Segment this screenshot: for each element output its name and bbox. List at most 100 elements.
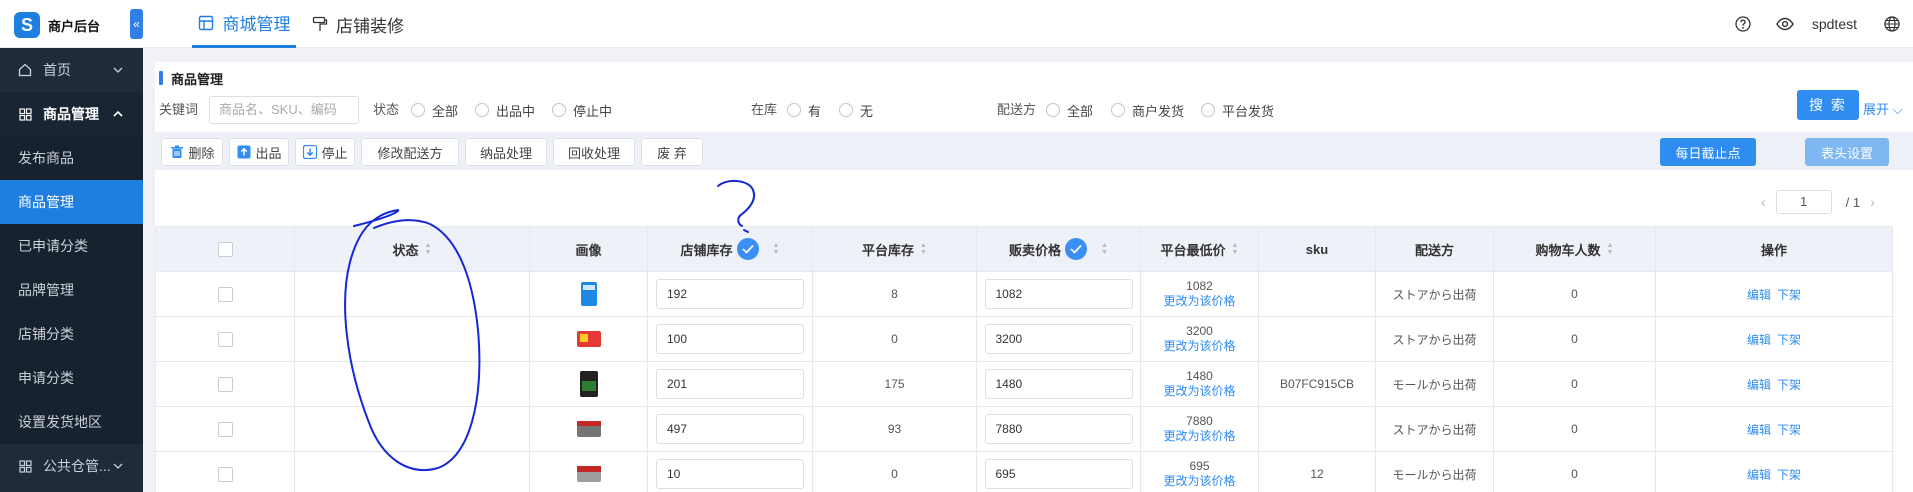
delivery-cell: モールから出荷	[1376, 362, 1494, 406]
price-input[interactable]: 695	[984, 459, 1133, 489]
sort-icon[interactable]: ▲ ▼	[1101, 242, 1108, 256]
sidebar-item-shop-categories[interactable]: 店铺分类	[0, 312, 143, 356]
collapse-sidebar-button[interactable]: «	[130, 9, 143, 39]
sidebar-item-applied-categories[interactable]: 已申请分类	[0, 224, 143, 268]
chevron-down-icon	[111, 459, 125, 473]
stock-radio-no[interactable]: 无	[839, 102, 873, 119]
search-button[interactable]: 搜 索	[1797, 90, 1859, 120]
globe-icon[interactable]	[1883, 15, 1901, 33]
shop-stock-input[interactable]: 192	[656, 279, 804, 309]
price-input[interactable]: 3200	[984, 324, 1133, 354]
table-row: 201 175 1480 1480 更改为该价格 B07FC915CB モールから…	[155, 361, 1893, 406]
row-checkbox[interactable]	[217, 286, 233, 302]
change-to-price-link[interactable]: 更改为该价格	[1163, 339, 1235, 354]
change-to-price-link[interactable]: 更改为该价格	[1163, 294, 1235, 309]
tab-shop-decoration[interactable]: 店铺装修	[311, 0, 404, 48]
edit-link[interactable]: 编辑	[1747, 421, 1771, 438]
shop-stock-input[interactable]: 201	[656, 369, 804, 399]
edit-link[interactable]: 编辑	[1747, 376, 1771, 393]
price-input[interactable]: 1082	[984, 279, 1133, 309]
tab-mall-management[interactable]: 商城管理	[192, 0, 296, 48]
product-thumbnail[interactable]	[574, 279, 604, 309]
sidebar-item-product-management[interactable]: 商品管理	[0, 180, 143, 224]
change-to-price-link[interactable]: 更改为该价格	[1163, 429, 1235, 444]
status-radio-stopped[interactable]: 停止中	[552, 102, 612, 119]
delist-link[interactable]: 下架	[1777, 286, 1801, 303]
sidebar-item-apply-category[interactable]: 申请分类	[0, 356, 143, 400]
product-thumbnail[interactable]	[574, 324, 604, 354]
header-status[interactable]: 状态 ▲ ▼	[295, 227, 530, 271]
store-icon	[198, 14, 215, 31]
header-settings-button[interactable]: 表头设置	[1805, 138, 1889, 166]
row-checkbox[interactable]	[217, 421, 233, 437]
price-input[interactable]: 1480	[984, 369, 1133, 399]
status-cell	[295, 452, 530, 492]
delist-link[interactable]: 下架	[1777, 466, 1801, 483]
delete-button[interactable]: 删除	[161, 138, 223, 166]
edit-link[interactable]: 编辑	[1747, 331, 1771, 348]
sidebar-group-product-management[interactable]: 商品管理	[0, 92, 143, 136]
status-radio-listed[interactable]: 出品中	[475, 102, 535, 119]
stock-radio-yes[interactable]: 有	[787, 102, 821, 119]
status-cell	[295, 317, 530, 361]
delist-link[interactable]: 下架	[1777, 331, 1801, 348]
sort-icon[interactable]: ▲ ▼	[425, 242, 432, 256]
prev-page-icon[interactable]: ‹	[1761, 194, 1766, 210]
delivery-radio-all[interactable]: 全部	[1046, 102, 1093, 119]
edit-link[interactable]: 编辑	[1747, 286, 1771, 303]
header-shop-stock[interactable]: 店铺库存 ▲ ▼	[648, 227, 813, 271]
delivery-radio-merchant[interactable]: 商户发货	[1111, 102, 1184, 119]
help-icon[interactable]	[1734, 15, 1752, 33]
delist-link[interactable]: 下架	[1777, 376, 1801, 393]
discard-button[interactable]: 废 弃	[641, 138, 703, 166]
change-to-price-link[interactable]: 更改为该价格	[1163, 384, 1235, 399]
eye-icon[interactable]	[1776, 15, 1794, 33]
row-checkbox[interactable]	[217, 331, 233, 347]
recycle-process-button[interactable]: 回收处理	[553, 138, 635, 166]
row-checkbox[interactable]	[217, 376, 233, 392]
stop-button[interactable]: 停止	[295, 138, 355, 166]
publish-button[interactable]: 出品	[229, 138, 289, 166]
header-platform-min-price[interactable]: 平台最低价 ▲ ▼	[1141, 227, 1259, 271]
shop-stock-input[interactable]: 497	[656, 414, 804, 444]
sort-icon[interactable]: ▲ ▼	[920, 242, 927, 256]
table-row: 100 0 3200 3200 更改为该价格 ストアから出荷 0 编辑 下架	[155, 316, 1893, 361]
sort-icon[interactable]: ▲ ▼	[773, 242, 780, 256]
product-thumbnail[interactable]	[574, 414, 604, 444]
sidebar-item-shipping-region[interactable]: 设置发货地区	[0, 400, 143, 444]
modify-delivery-button[interactable]: 修改配送方	[361, 138, 459, 166]
expand-filters-link[interactable]: 展开 ⌵	[1863, 96, 1903, 124]
sidebar-item-publish-product[interactable]: 发布商品	[0, 136, 143, 180]
shop-stock-input[interactable]: 100	[656, 324, 804, 354]
status-radio-all[interactable]: 全部	[411, 102, 458, 119]
header-platform-stock[interactable]: 平台库存 ▲ ▼	[813, 227, 977, 271]
select-all-checkbox[interactable]	[217, 241, 233, 257]
actions-cell: 编辑 下架	[1656, 317, 1893, 361]
header-select-all[interactable]	[155, 227, 295, 271]
next-page-icon[interactable]: ›	[1870, 194, 1875, 210]
sort-icon[interactable]: ▲ ▼	[1232, 242, 1239, 256]
sort-icon[interactable]: ▲ ▼	[1607, 242, 1614, 256]
min-price-value: 3200	[1186, 324, 1213, 338]
keyword-input[interactable]: 商品名、SKU、编码	[209, 96, 359, 124]
change-to-price-link[interactable]: 更改为该价格	[1163, 474, 1235, 489]
username[interactable]: spdtest	[1812, 16, 1857, 32]
price-input[interactable]: 7880	[984, 414, 1133, 444]
sidebar-item-brand-management[interactable]: 品牌管理	[0, 268, 143, 312]
product-thumbnail[interactable]	[574, 369, 604, 399]
product-thumbnail[interactable]	[574, 459, 604, 489]
sidebar-item-home[interactable]: 首页	[0, 48, 143, 92]
header-selling-price[interactable]: 贩卖价格 ▲ ▼	[977, 227, 1141, 271]
delivery-radio-platform[interactable]: 平台发货	[1201, 102, 1274, 119]
header-label: 画像	[575, 242, 602, 258]
shop-stock-input[interactable]: 10	[656, 459, 804, 489]
header-cart-count[interactable]: 购物车人数 ▲ ▼	[1494, 227, 1656, 271]
logo[interactable]: S 商户后台	[14, 10, 124, 40]
row-checkbox[interactable]	[217, 466, 233, 482]
inbound-process-button[interactable]: 纳品处理	[465, 138, 547, 166]
page-input[interactable]: 1	[1775, 190, 1832, 214]
delist-link[interactable]: 下架	[1777, 421, 1801, 438]
sidebar-group-public-warehouse[interactable]: 公共仓管...	[0, 444, 143, 488]
edit-link[interactable]: 编辑	[1747, 466, 1771, 483]
daily-cutoff-button[interactable]: 每日截止点	[1660, 138, 1756, 166]
